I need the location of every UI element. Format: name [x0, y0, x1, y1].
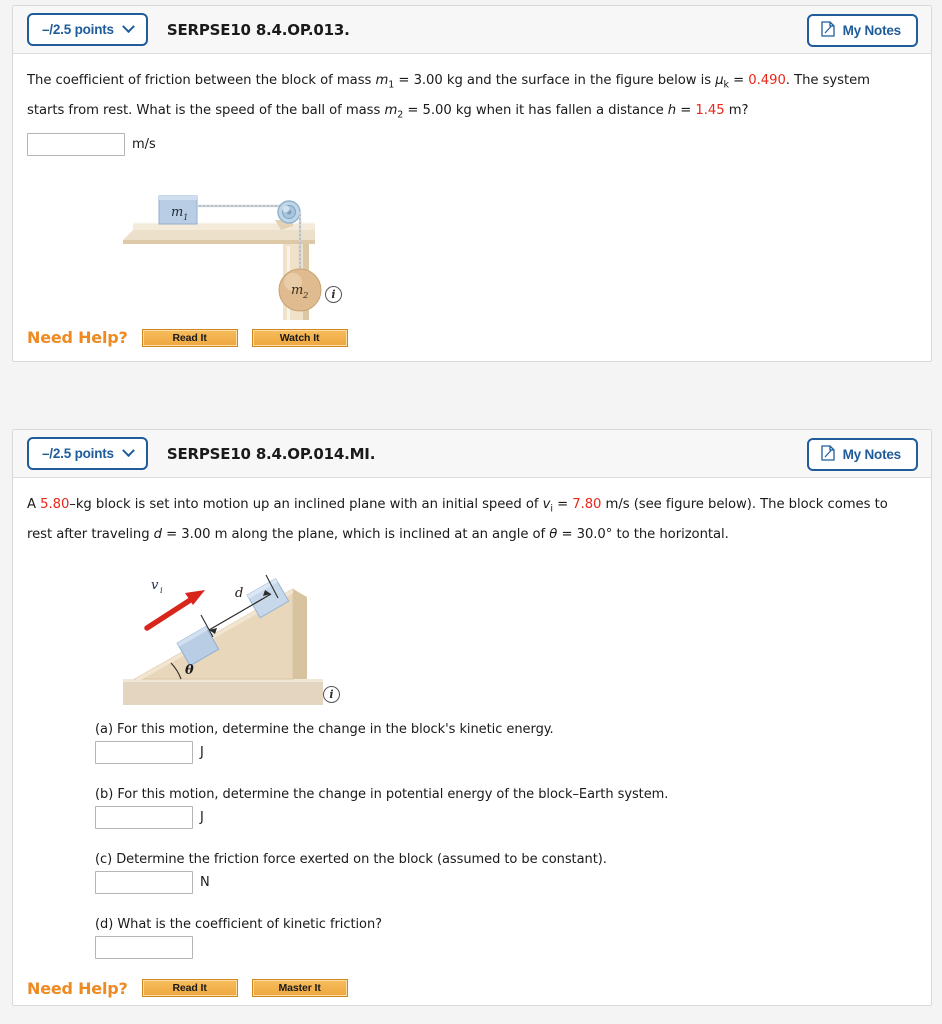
- answer-unit-1: m/s: [132, 137, 156, 153]
- value-mu-k: 0.490: [748, 73, 786, 88]
- need-help-label-1: Need Help?: [27, 328, 128, 348]
- svg-text:2: 2: [302, 291, 308, 301]
- part-c-answer-row: N: [95, 870, 913, 894]
- value-mass: 5.80: [40, 497, 70, 512]
- stmt2-text-3: =: [552, 497, 573, 512]
- note-page-icon: [820, 445, 835, 464]
- var-m1: m: [375, 73, 389, 88]
- stmt-text-7: m?: [724, 102, 749, 118]
- var-mu: μ: [715, 73, 724, 88]
- svg-text:1: 1: [183, 213, 188, 223]
- chevron-down-icon: [122, 444, 135, 458]
- question-statement-1: The coefficient of friction between the …: [27, 68, 913, 127]
- part-c-question: (c) Determine the friction force exerted…: [95, 851, 607, 867]
- stmt2-text-2: –kg block is set into motion up an incli…: [69, 497, 543, 512]
- stmt-text-1: The coefficient of friction between the …: [27, 73, 376, 88]
- stmt2-text-5: = 3.00 m along the plane, which is incli…: [162, 526, 550, 542]
- points-label-1: –/2.5 points: [42, 22, 114, 37]
- my-notes-label-2: My Notes: [842, 447, 902, 462]
- note-page-icon: [820, 21, 835, 40]
- part-a: (a) For this motion, determine the chang…: [95, 722, 913, 764]
- part-b: (b) For this motion, determine the chang…: [95, 787, 913, 829]
- answer-row-1: m/s: [27, 133, 913, 157]
- question-header-1: –/2.5 points SERPSE10 8.4.OP.013. My Not…: [13, 6, 931, 54]
- need-help-row-1: Need Help? Read It Watch It: [27, 328, 913, 347]
- question-body-2: A 5.80–kg block is set into motion up an…: [13, 478, 931, 998]
- inclined-plane-figure: d v i θ: [123, 574, 323, 705]
- read-it-button-2[interactable]: Read It: [141, 979, 238, 998]
- watch-it-button-1[interactable]: Watch It: [251, 328, 348, 347]
- stmt-text-5: = 5.00 kg when it has fallen a distance: [403, 102, 668, 118]
- assignment-page: –/2.5 points SERPSE10 8.4.OP.013. My Not…: [0, 0, 942, 1024]
- points-label-2: –/2.5 points: [42, 446, 114, 461]
- figure-2-wrapper: d v i θ i: [27, 553, 913, 718]
- svg-text:θ: θ: [185, 663, 194, 678]
- svg-text:i: i: [160, 586, 163, 596]
- question-header-2: –/2.5 points SERPSE10 8.4.OP.014.MI. My …: [13, 430, 931, 478]
- points-dropdown-1[interactable]: –/2.5 points: [27, 13, 148, 46]
- question-id-2: SERPSE10 8.4.OP.014.MI.: [166, 444, 376, 463]
- my-notes-button-1[interactable]: My Notes: [806, 14, 918, 47]
- info-circle-icon-2[interactable]: i: [323, 685, 340, 703]
- master-it-button-2[interactable]: Master It: [251, 979, 348, 998]
- part-d: (d) What is the coefficient of kinetic f…: [95, 917, 913, 959]
- value-h: 1.45: [695, 102, 725, 118]
- svg-text:d: d: [235, 586, 243, 601]
- part-c: (c) Determine the friction force exerted…: [95, 852, 913, 894]
- stmt-text-3: =: [728, 73, 749, 88]
- need-help-label-2: Need Help?: [27, 978, 128, 998]
- chevron-down-icon: [122, 20, 135, 34]
- part-b-question: (b) For this motion, determine the chang…: [95, 786, 669, 802]
- stmt2-text-6: = 30.0° to the horizontal.: [557, 526, 729, 542]
- part-c-unit: N: [200, 874, 210, 890]
- block-pulley-ball-figure: m 1 m 2: [123, 195, 322, 321]
- answer-input-speed[interactable]: [27, 133, 125, 157]
- points-dropdown-2[interactable]: –/2.5 points: [27, 437, 148, 470]
- my-notes-label-1: My Notes: [842, 23, 902, 38]
- part-a-input[interactable]: [95, 740, 193, 764]
- part-d-input[interactable]: [95, 935, 193, 959]
- part-c-input[interactable]: [95, 870, 193, 894]
- svg-text:v: v: [151, 578, 159, 593]
- my-notes-button-2[interactable]: My Notes: [806, 438, 918, 471]
- part-b-input[interactable]: [95, 805, 193, 829]
- question-body-1: The coefficient of friction between the …: [13, 54, 931, 347]
- svg-text:m: m: [171, 205, 183, 220]
- part-b-answer-row: J: [95, 805, 913, 829]
- question-card-1: –/2.5 points SERPSE10 8.4.OP.013. My Not…: [12, 5, 932, 362]
- question-statement-2: A 5.80–kg block is set into motion up an…: [27, 492, 913, 547]
- part-a-question: (a) For this motion, determine the chang…: [95, 721, 554, 737]
- value-vi: 7.80: [572, 497, 602, 512]
- part-a-unit: J: [200, 744, 204, 760]
- stmt-text-6: =: [676, 102, 696, 118]
- figure-1-wrapper: m 1 m 2 i: [27, 160, 913, 321]
- part-d-question: (d) What is the coefficient of kinetic f…: [95, 916, 383, 932]
- var-m2: m: [384, 102, 398, 118]
- stmt-text-2: = 3.00 kg and the surface in the figure …: [394, 73, 716, 88]
- part-d-answer-row: [95, 935, 913, 959]
- svg-text:m: m: [291, 283, 303, 298]
- var-d: d: [153, 526, 162, 542]
- stmt2-text-1: A: [27, 497, 41, 512]
- part-a-answer-row: J: [95, 740, 913, 764]
- var-h: h: [667, 102, 677, 118]
- read-it-button-1[interactable]: Read It: [141, 328, 238, 347]
- question-id-1: SERPSE10 8.4.OP.013.: [166, 20, 350, 39]
- question-card-2: –/2.5 points SERPSE10 8.4.OP.014.MI. My …: [12, 429, 932, 1006]
- part-b-unit: J: [200, 809, 204, 825]
- need-help-row-2: Need Help? Read It Master It: [27, 979, 913, 998]
